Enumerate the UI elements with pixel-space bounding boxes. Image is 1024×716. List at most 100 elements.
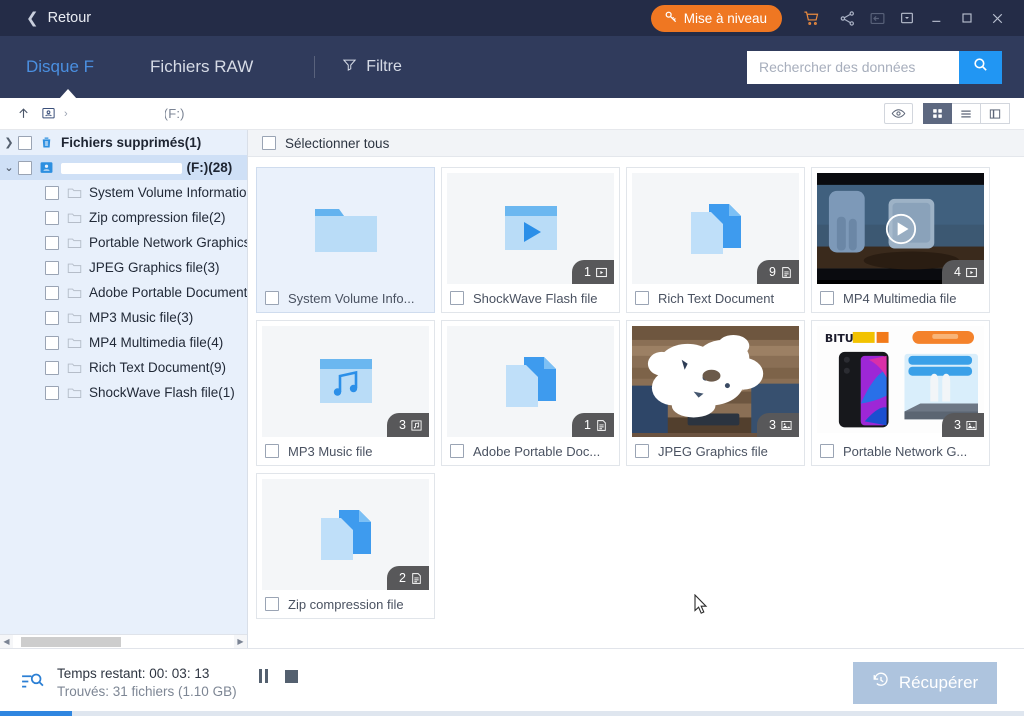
tile-checkbox[interactable]: [450, 291, 464, 305]
video-icon: [595, 266, 608, 279]
tab-fichiers-raw[interactable]: Fichiers RAW: [146, 57, 257, 77]
file-tile-mp3-music[interactable]: 3 MP3 Music file: [256, 320, 435, 466]
search-input[interactable]: [747, 50, 959, 84]
tile-checkbox[interactable]: [820, 444, 834, 458]
file-tile-jpeg-graphics[interactable]: 3 JPEG Graphics file: [626, 320, 805, 466]
breadcrumb-path[interactable]: (F:): [72, 106, 185, 122]
tile-badge: 3: [942, 413, 984, 437]
tree-item-mp3[interactable]: MP3 Music file(3): [0, 305, 247, 330]
scroll-right-icon[interactable]: ▶: [234, 637, 247, 646]
sidebar-horizontal-scrollbar[interactable]: ◀ ▶: [0, 634, 247, 649]
tree-item-jpeg[interactable]: JPEG Graphics file(3): [0, 255, 247, 280]
back-button[interactable]: ❮ Retour: [26, 10, 91, 26]
tree-checkbox[interactable]: [45, 210, 59, 225]
tile-checkbox[interactable]: [635, 291, 649, 305]
file-tile-mp4-multimedia[interactable]: 4 MP4 Multimedia file: [811, 167, 990, 313]
maximize-icon[interactable]: [952, 0, 982, 36]
tree-checkbox[interactable]: [18, 160, 32, 175]
disk-icon: [39, 160, 54, 175]
file-tile-shockwave-flash[interactable]: 1 ShockWave Flash file: [441, 167, 620, 313]
share-icon[interactable]: [832, 0, 862, 36]
tree-checkbox[interactable]: [45, 185, 59, 200]
view-toggle-group: [884, 103, 1010, 124]
close-icon[interactable]: [982, 0, 1012, 36]
tree-checkbox[interactable]: [45, 335, 59, 350]
detail-view-icon[interactable]: [981, 103, 1010, 124]
documents-icon: [690, 203, 741, 254]
tab-divider: [314, 56, 316, 78]
tree-checkbox[interactable]: [45, 360, 59, 375]
tree-checkbox[interactable]: [45, 285, 59, 300]
pause-icon[interactable]: [258, 668, 268, 683]
upgrade-label: Mise à niveau: [683, 10, 767, 26]
file-tile-system-volume[interactable]: System Volume Info...: [256, 167, 435, 313]
tile-checkbox[interactable]: [265, 291, 279, 305]
feedback-icon[interactable]: [862, 0, 892, 36]
stop-icon[interactable]: [284, 669, 298, 683]
tile-badge: 9: [757, 260, 799, 284]
documents-icon: [320, 509, 371, 560]
tree-checkbox[interactable]: [45, 260, 59, 275]
tree-item-zip[interactable]: Zip compression file(2): [0, 205, 247, 230]
tab-disque-f[interactable]: Disque F: [22, 57, 98, 77]
file-tile-rich-text-document[interactable]: 9 Rich Text Document: [626, 167, 805, 313]
tile-thumbnail: [262, 173, 429, 284]
tile-name: Zip compression file: [288, 596, 404, 612]
file-tile-zip-compression[interactable]: 2 Zip compression file: [256, 473, 435, 619]
tile-thumbnail: 1: [447, 173, 614, 284]
folder-icon: [314, 208, 377, 252]
tree-item-mp4[interactable]: MP4 Multimedia file(4): [0, 330, 247, 355]
arrow-up-icon[interactable]: [16, 106, 31, 121]
badge-count: 3: [399, 418, 406, 432]
grid-view-icon[interactable]: [923, 103, 952, 124]
file-tile-portable-network-graphics[interactable]: BITU 3 Portable Network G...: [811, 320, 990, 466]
tree-item-swf[interactable]: ShockWave Flash file(1): [0, 380, 247, 405]
minimize-icon[interactable]: [922, 0, 952, 36]
upgrade-button[interactable]: Mise à niveau: [650, 4, 782, 32]
scroll-left-icon[interactable]: ◀: [0, 637, 13, 646]
scroll-track[interactable]: [13, 634, 234, 649]
select-all-checkbox[interactable]: [262, 136, 276, 150]
select-all-row[interactable]: Sélectionner tous: [248, 130, 1024, 157]
scroll-thumb[interactable]: [21, 636, 121, 647]
recover-label: Récupérer: [898, 672, 979, 692]
tile-badge: 2: [387, 566, 429, 590]
tree-item-pdf[interactable]: Adobe Portable Document(1): [0, 280, 247, 305]
tile-checkbox[interactable]: [450, 444, 464, 458]
tree-checkbox[interactable]: [45, 385, 59, 400]
tile-name: ShockWave Flash file: [473, 290, 598, 306]
recover-button[interactable]: Récupérer: [853, 661, 997, 704]
folder-tree: ❯ Fichiers supprimés(1) ⌄ (F:)(28) Syste…: [0, 130, 247, 634]
tile-checkbox[interactable]: [265, 444, 279, 458]
tree-node-disk-f[interactable]: ⌄ Disk Volume Name (F:)(28): [0, 155, 247, 180]
tree-item-png[interactable]: Portable Network Graphics file(3): [0, 230, 247, 255]
status-text-group: Temps restant: 00: 03: 13 Trouvés: 31 fi…: [57, 666, 237, 699]
tile-label-row: Rich Text Document: [627, 284, 804, 312]
filter-button[interactable]: Filtre: [342, 57, 402, 77]
tree-item-system-volume[interactable]: System Volume Information: [0, 180, 247, 205]
file-tile-adobe-portable-document[interactable]: 1 Adobe Portable Doc...: [441, 320, 620, 466]
search-button[interactable]: [959, 50, 1002, 84]
dropdown-icon[interactable]: [892, 0, 922, 36]
tile-checkbox[interactable]: [820, 291, 834, 305]
tree-item-rtf[interactable]: Rich Text Document(9): [0, 355, 247, 380]
svg-text:BITU: BITU: [825, 332, 854, 345]
tree-item-label: Portable Network Graphics file(3): [89, 235, 247, 250]
tile-checkbox[interactable]: [265, 597, 279, 611]
tree-checkbox[interactable]: [18, 135, 32, 150]
tile-checkbox[interactable]: [635, 444, 649, 458]
folder-icon: [67, 211, 82, 224]
eye-icon[interactable]: [884, 103, 913, 124]
tree-checkbox[interactable]: [45, 310, 59, 325]
cart-icon[interactable]: [796, 0, 826, 36]
chevron-down-icon[interactable]: ⌄: [0, 161, 18, 174]
tree-checkbox[interactable]: [45, 235, 59, 250]
tree-node-deleted-files[interactable]: ❯ Fichiers supprimés(1): [0, 130, 247, 155]
document-icon: [410, 572, 423, 585]
chevron-right-icon[interactable]: ❯: [0, 136, 18, 149]
list-view-icon[interactable]: [952, 103, 981, 124]
tree-node-label: Fichiers supprimés(1): [61, 135, 202, 150]
search-box: [747, 50, 1002, 84]
computer-icon[interactable]: [41, 106, 56, 121]
app-window: ❮ Retour Mise à niveau Disque F Fichiers…: [0, 0, 1024, 716]
